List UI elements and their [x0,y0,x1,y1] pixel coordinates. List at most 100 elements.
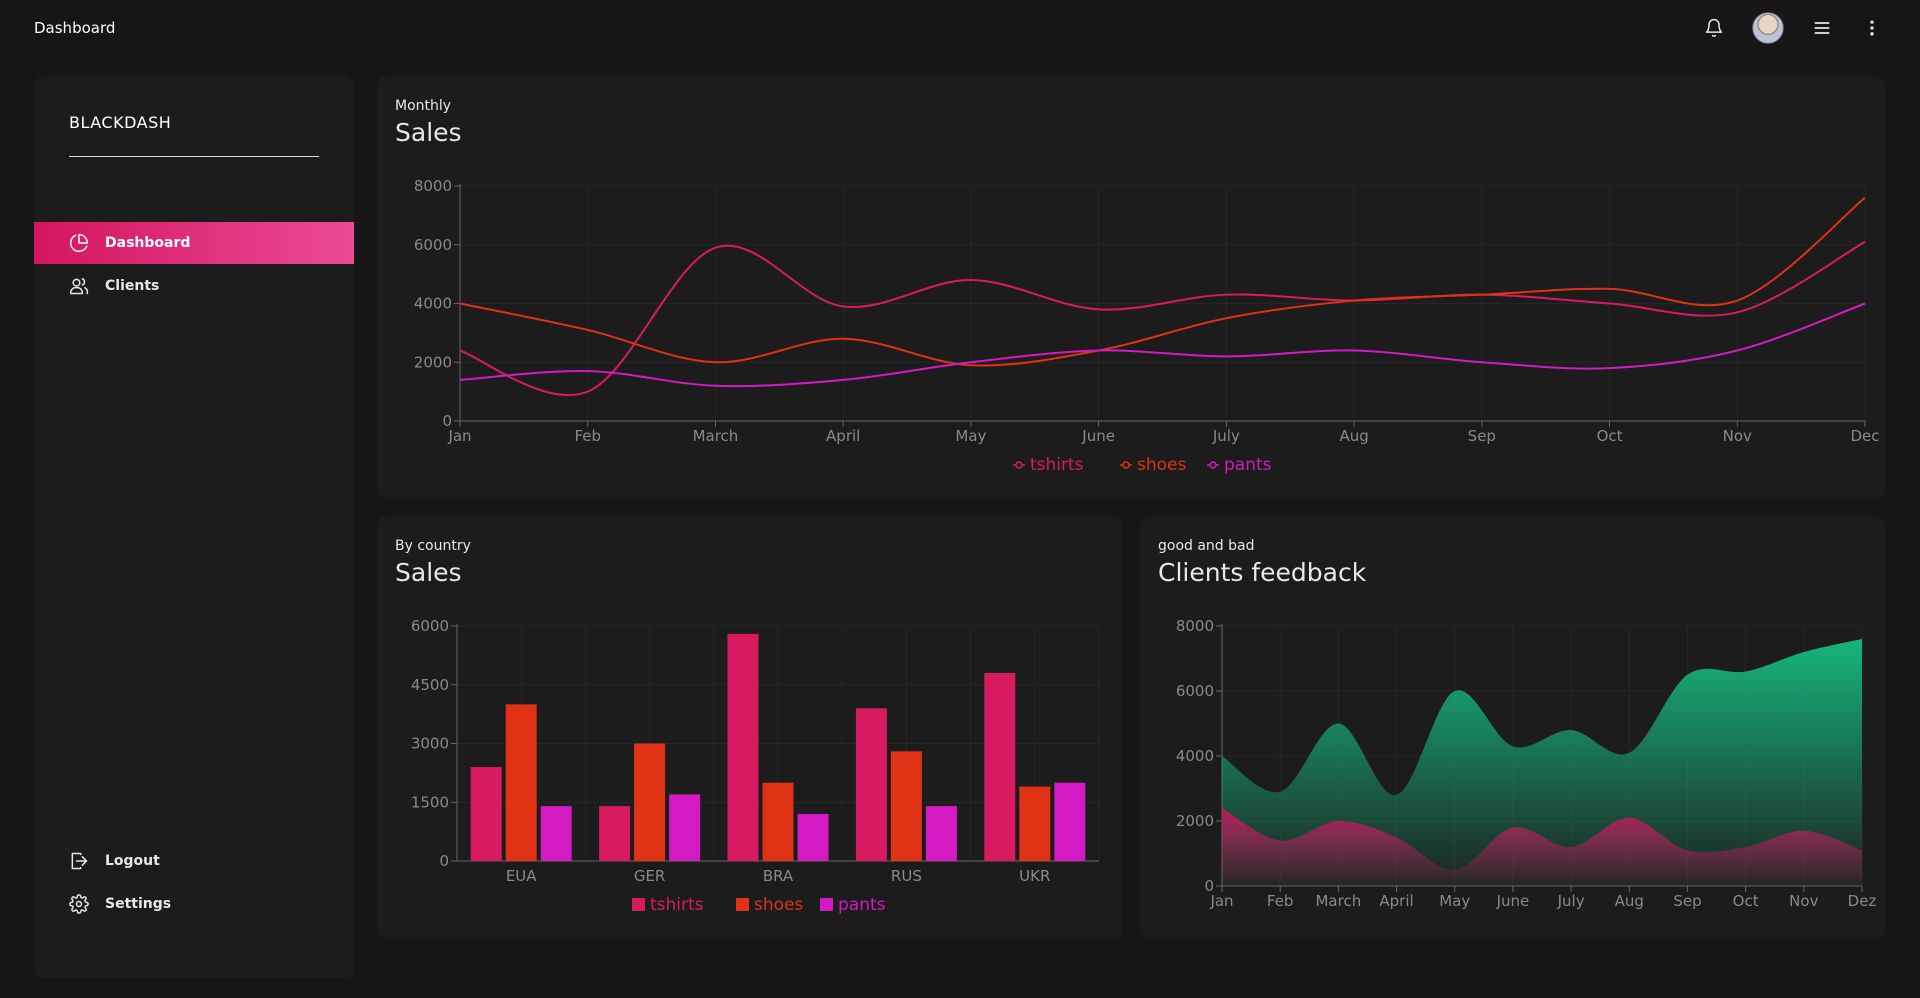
y-tick-label: 3000 [411,735,449,753]
settings-button[interactable]: Settings [34,883,354,925]
x-tick-label: May [955,427,986,445]
x-tick-label: March [693,427,739,445]
bar-pants-BRA [797,814,829,861]
x-tick-label: April [1379,892,1413,910]
monthly-sales-line-chart: 02000400060008000Jan Feb March April May June… [414,177,1880,475]
sidebar-item-label: Logout [105,853,160,869]
bell-icon[interactable] [1702,16,1726,40]
legend-marker-dot [1015,461,1023,469]
bar-shoes-RUS [890,751,922,861]
x-tick-label: Sep [1673,892,1701,910]
y-tick-label: 4000 [1176,747,1214,765]
legend-marker [736,898,749,911]
y-tick-label: 1500 [411,793,449,811]
top-bar: Dashboard [0,0,1920,56]
x-tick-label: RUS [891,867,922,885]
bar-tshirts-BRA [727,633,759,861]
sidebar: BLACKDASH Dashboard Clients Logout Setti… [34,76,354,978]
x-tick-label: March [1315,892,1361,910]
legend-item-tshirts: tshirts [1030,455,1084,475]
x-tick-label: Jan [1209,892,1233,910]
sidebar-item-label: Dashboard [105,235,191,251]
legend-item-tshirts: tshirts [650,895,704,915]
divider [69,156,319,157]
x-tick-label: June [1081,427,1115,445]
x-tick-label: April [826,427,860,445]
bar-tshirts-EUA [470,767,502,861]
bar-shoes-EUA [505,704,537,861]
x-tick-label: Dez [1848,892,1877,910]
bar-shoes-UKR [1019,786,1051,861]
legend-item-pants: pants [1224,455,1272,475]
bar-pants-UKR [1054,782,1086,861]
x-tick-label: GER [634,867,666,885]
x-tick-label: Oct [1597,427,1623,445]
country-sales-card: By country Sales 0 1500 3000 4500 6000 EUA GER… [377,516,1123,939]
y-tick-label: 0 [439,852,449,870]
x-tick-label: Jan [447,427,471,445]
x-tick-label: May [1439,892,1470,910]
series-line-pants [459,302,1866,388]
menu-icon[interactable] [1810,16,1834,40]
users-icon [69,276,89,296]
x-tick-label: Oct [1733,892,1759,910]
logout-icon [69,851,89,871]
x-tick-label: Sep [1468,427,1496,445]
y-tick-label: 6000 [411,617,449,635]
bar-tshirts-UKR [984,673,1016,861]
x-tick-label: July [1212,427,1240,445]
legend-item-shoes: shoes [1137,455,1186,475]
y-tick-label: 4000 [414,295,452,313]
bar-shoes-BRA [762,782,794,861]
y-tick-label: 8000 [414,177,452,195]
legend-item-shoes: shoes [754,895,803,915]
sidebar-item-clients[interactable]: Clients [34,265,354,307]
brand-logo: BLACKDASH [69,113,172,132]
bar-pants-EUA [540,806,572,861]
x-tick-label: UKR [1019,867,1050,885]
series-line-shoes [459,196,1866,367]
bar-tshirts-GER [599,806,631,861]
x-tick-label: Dec [1850,427,1879,445]
x-tick-label: EUA [506,867,537,885]
legend-item-pants: pants [838,895,886,915]
x-tick-label: Feb [574,427,601,445]
legend-marker-dot [1122,461,1130,469]
y-tick-label: 2000 [414,353,452,371]
page-title: Dashboard [34,19,116,37]
x-tick-label: Nov [1723,427,1752,445]
legend-marker [632,898,645,911]
bar-pants-RUS [925,806,957,861]
bar-shoes-GER [634,743,666,861]
gear-icon [69,894,89,914]
logout-button[interactable]: Logout [34,840,354,882]
sidebar-item-label: Clients [105,278,160,294]
x-tick-label: Aug [1615,892,1644,910]
x-tick-label: July [1557,892,1585,910]
x-tick-label: Nov [1789,892,1818,910]
pie-chart-icon [69,233,89,253]
clients-feedback-area-chart: 02000400060008000Jan Feb March April May June… [1176,617,1877,910]
more-vertical-icon[interactable] [1860,16,1884,40]
monthly-sales-card: Monthly Sales 0 2000 4000 6000 8000 Jan Feb Mar… [377,76,1885,499]
x-tick-label: Feb [1267,892,1294,910]
top-bar-actions [1702,12,1884,44]
y-tick-label: 8000 [1176,617,1214,635]
series-line-tshirts [459,240,1866,397]
bar-tshirts-RUS [855,708,887,861]
clients-feedback-card: good and bad Clients feedback 0 2000 4000 6… [1140,516,1885,939]
y-tick-label: 6000 [414,236,452,254]
sidebar-item-dashboard[interactable]: Dashboard [34,222,354,264]
x-tick-label: June [1496,892,1530,910]
avatar[interactable] [1752,12,1784,44]
sidebar-item-label: Settings [105,896,172,912]
y-tick-label: 6000 [1176,682,1214,700]
country-sales-bar-chart: 0 1500 3000 4500 6000 EUA GER BRA RUS UKR tshirts s… [411,617,1100,915]
bar-pants-GER [669,794,701,861]
x-tick-label: Aug [1339,427,1368,445]
legend-marker-dot [1209,461,1217,469]
legend-marker [820,898,833,911]
y-tick-label: 4500 [411,676,449,694]
x-tick-label: BRA [763,867,794,885]
y-tick-label: 2000 [1176,812,1214,830]
